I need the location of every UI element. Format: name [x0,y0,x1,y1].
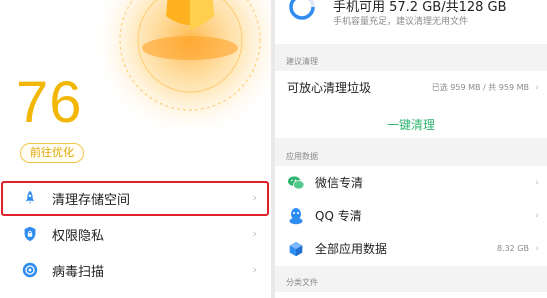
section-header-app-data: 应用数据 [275,148,547,166]
all-app-data-size: 8.32 GB [496,244,529,253]
storage-status-text: 手机容量充足，建议清理无用文件 [333,17,469,27]
storage-available-title: 手机可用 57.2 GB/共128 GB [333,0,507,15]
cube-icon [287,240,305,258]
optimize-button[interactable]: 前往优化 [20,143,84,163]
storage-usage-ring-icon [289,0,315,20]
qq-clean-row[interactable]: QQ 专清 › [275,199,547,232]
app-data-card: 微信专清 › QQ 专清 › 全部应用数据 8.32 GB › [275,166,547,266]
suggest-clean-card: 可放心清理垃圾 已选 959 MB / 共 959 MB › 一键清理 [275,71,547,138]
menu-item-label: 清理存储空间 [52,192,131,208]
safe-junk-size: 已选 959 MB / 共 959 MB [431,83,529,92]
wechat-clean-label: 微信专清 [315,176,364,190]
shield-glow-illustration [95,0,271,130]
security-center-panel: 76 前往优化 清理存储空间 › 权限隐私 › 病毒扫描 › [0,0,271,298]
wechat-clean-row[interactable]: 微信专清 › [275,166,547,199]
section-header-suggest: 建议清理 [275,53,547,71]
files-card [275,292,547,298]
rocket-icon [20,188,40,208]
qq-clean-label: QQ 专清 [315,209,362,223]
section-header-files: 分类文件 [275,274,547,292]
shield-lock-icon [20,224,40,244]
all-app-data-label: 全部应用数据 [315,242,388,256]
storage-summary-card: 手机可用 57.2 GB/共128 GB 手机容量充足，建议清理无用文件 [275,0,547,44]
virus-scan-icon [20,260,40,280]
wechat-icon [287,174,305,192]
menu-item-permissions-privacy[interactable]: 权限隐私 › [0,216,271,252]
all-app-data-row[interactable]: 全部应用数据 8.32 GB › [275,232,547,265]
chevron-right-icon: › [252,191,257,204]
chevron-right-icon: › [535,82,539,93]
storage-clean-panel: 手机可用 57.2 GB/共128 GB 手机容量充足，建议清理无用文件 建议清… [275,0,547,298]
chevron-right-icon: › [535,210,539,221]
chevron-right-icon: › [535,177,539,188]
safe-junk-row[interactable]: 可放心清理垃圾 已选 959 MB / 共 959 MB › [275,71,547,104]
qq-icon [287,207,305,225]
menu-item-label: 病毒扫描 [52,264,105,280]
chevron-right-icon: › [252,227,257,240]
safe-junk-label: 可放心清理垃圾 [287,81,372,95]
one-click-clean-button[interactable]: 一键清理 [275,116,547,133]
menu-item-clean-storage[interactable]: 清理存储空间 › [0,180,271,216]
tools-menu: 清理存储空间 › 权限隐私 › 病毒扫描 › [0,180,271,288]
chevron-right-icon: › [252,263,257,276]
security-score: 76 [16,70,83,135]
menu-item-virus-scan[interactable]: 病毒扫描 › [0,252,271,288]
menu-item-label: 权限隐私 [52,228,105,244]
chevron-right-icon: › [535,243,539,254]
